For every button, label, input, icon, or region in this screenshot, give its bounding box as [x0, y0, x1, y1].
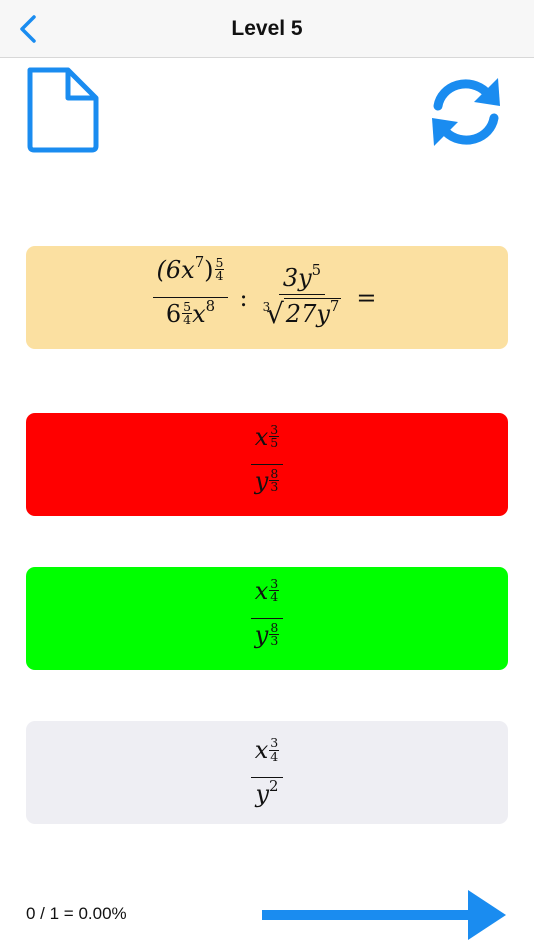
- nav-bar: Level 5: [0, 0, 534, 58]
- opt2-den-exp-den: 3: [270, 633, 279, 649]
- score-text: 0 / 1 = 0.00%: [26, 904, 127, 923]
- refresh-icon: [432, 78, 500, 146]
- q1-num-exp-den: 4: [215, 268, 224, 284]
- opt3-num-var: x: [254, 736, 269, 765]
- question-fraction-2: 3y5 3 √ 27y7: [259, 262, 346, 330]
- q1-den-base-exp-den: 4: [183, 312, 192, 328]
- arrow-right-icon: [262, 890, 506, 940]
- q1-num-close: ): [204, 256, 214, 285]
- cube-root: 3 √ 27y7: [262, 297, 342, 329]
- radicand-exp: 7: [329, 297, 340, 316]
- q1-num-base: (6x: [156, 256, 195, 285]
- opt1-num-var: x: [254, 423, 269, 452]
- opt2-num-exp-den: 4: [270, 589, 279, 605]
- q2-num-exp: 5: [311, 260, 322, 279]
- opt2-den-var: y: [254, 621, 269, 649]
- opt2-num-var: x: [254, 577, 269, 606]
- q1-den-var: x: [192, 300, 206, 328]
- opt1-num-exp-den: 5: [270, 435, 279, 451]
- q1-den-base: 6: [165, 300, 182, 328]
- equals-sign: =: [356, 283, 377, 312]
- q1-den-base-exp: 54: [182, 300, 193, 328]
- q1-num-exp: 54: [214, 256, 225, 284]
- answer-option-1[interactable]: x35 y83: [26, 413, 508, 516]
- q1-num-base-exp: 7: [194, 252, 205, 271]
- question-expression: (6x7) 5 4 6 5 4 x8 : 3y5 3 √ 27y7 =: [150, 254, 385, 338]
- radicand: 27y: [285, 300, 330, 329]
- opt3-den-var: y: [255, 780, 270, 809]
- next-button[interactable]: [262, 888, 508, 942]
- document-icon: [27, 67, 99, 153]
- question-card: (6x7) 5 4 6 5 4 x8 : 3y5 3 √ 27y7 =: [26, 246, 508, 349]
- answer-option-3[interactable]: x34 y2: [26, 721, 508, 824]
- opt1-den-var: y: [254, 467, 269, 495]
- root-index: 3: [262, 300, 271, 315]
- q1-den-var-exp: 8: [205, 296, 216, 315]
- question-fraction-1: (6x7) 5 4 6 5 4 x8: [152, 254, 229, 338]
- option-3-expression: x34 y2: [248, 736, 286, 809]
- refresh-button[interactable]: [428, 76, 504, 148]
- page-title: Level 5: [231, 17, 303, 40]
- document-button[interactable]: [24, 66, 102, 154]
- opt3-den-exp: 2: [269, 777, 279, 796]
- answer-option-2[interactable]: x34 y83: [26, 567, 508, 670]
- q2-num: 3y: [282, 264, 312, 292]
- division-operator: :: [239, 283, 248, 312]
- option-1-expression: x35 y83: [248, 423, 287, 505]
- opt1-den-exp-den: 3: [270, 479, 279, 495]
- option-2-expression: x34 y83: [248, 577, 287, 659]
- opt3-num-exp-den: 4: [270, 748, 279, 764]
